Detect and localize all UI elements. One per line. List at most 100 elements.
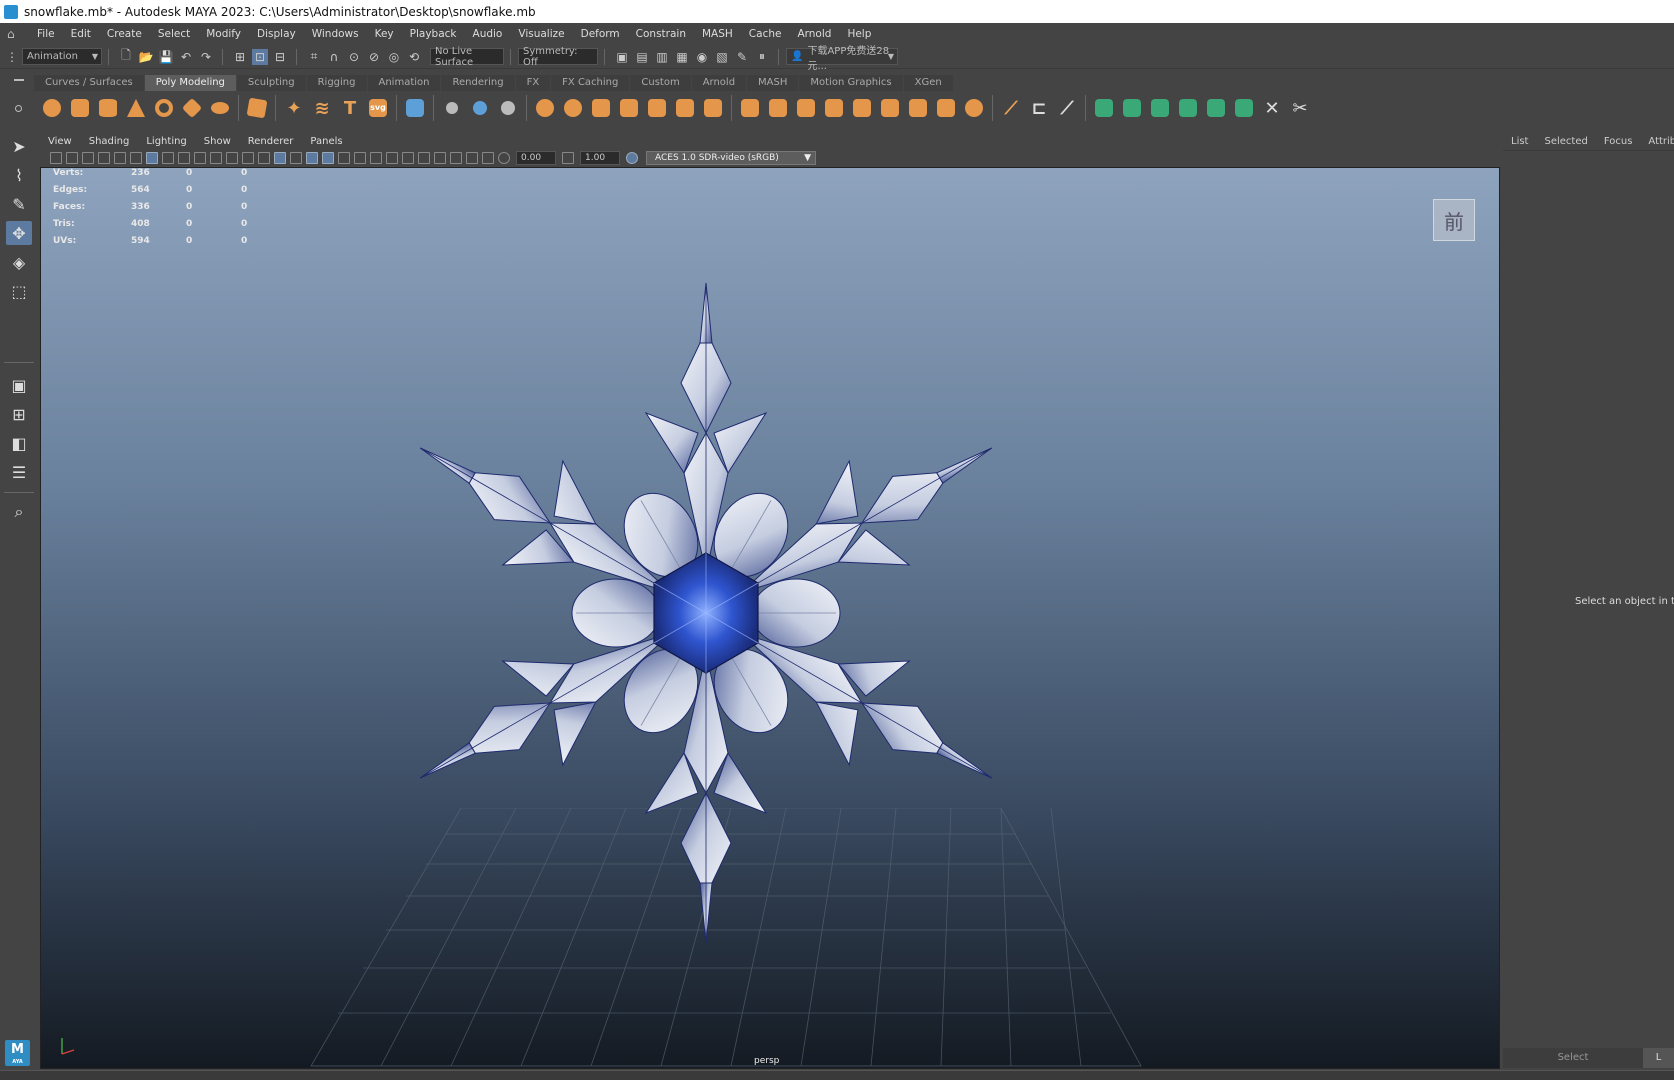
time-slider[interactable] <box>0 1070 1674 1080</box>
menu-playback[interactable]: Playback <box>410 28 457 40</box>
view-cube[interactable]: 前 <box>1433 199 1475 241</box>
color-management-icon[interactable] <box>626 152 638 164</box>
exposure-icon[interactable] <box>498 152 510 164</box>
shelf-tab-arnold[interactable]: Arnold <box>691 75 747 91</box>
move-tool-icon[interactable]: ✥ <box>6 221 32 245</box>
shelf-tab-xgen[interactable]: XGen <box>903 75 953 91</box>
select-button[interactable]: Select <box>1503 1048 1644 1068</box>
reset-transform-icon[interactable] <box>497 97 519 119</box>
open-scene-icon[interactable]: 📂 <box>138 49 154 65</box>
menu-help[interactable]: Help <box>847 28 871 40</box>
snowflake-mesh[interactable] <box>401 268 1041 948</box>
sculpt-icon[interactable]: ⟋ <box>1000 97 1022 119</box>
uv-cut-icon[interactable]: ✕ <box>1261 97 1283 119</box>
select-component-icon[interactable]: ⊟ <box>272 49 288 65</box>
select-hierarchy-icon[interactable]: ⊞ <box>232 49 248 65</box>
slide-edge-icon[interactable]: ⟋ <box>1056 97 1078 119</box>
arnold-ipr-icon[interactable]: ✎ <box>734 49 750 65</box>
poly-sphere-icon[interactable] <box>41 97 63 119</box>
uv-spherical-icon[interactable] <box>1149 97 1171 119</box>
rotate-tool-icon[interactable]: ◈ <box>6 250 32 274</box>
shelf-options-icon[interactable] <box>15 105 22 112</box>
uv-editor-icon[interactable] <box>404 97 426 119</box>
field-chart-icon[interactable] <box>210 152 222 164</box>
image-plane-icon[interactable] <box>98 152 110 164</box>
mirror-icon[interactable] <box>674 97 696 119</box>
redo-icon[interactable]: ↷ <box>198 49 214 65</box>
uv-planar-icon[interactable] <box>1093 97 1115 119</box>
reduce-icon[interactable] <box>646 97 668 119</box>
gamma-field[interactable]: 1.00 <box>580 151 620 165</box>
tab-focus[interactable]: Focus <box>1604 136 1633 147</box>
workspace-account-dropdown[interactable]: 👤 下载APP免费送28元... ▼ <box>786 46 898 72</box>
svg-tool-icon[interactable]: svg <box>367 97 389 119</box>
target-weld-icon[interactable] <box>879 97 901 119</box>
poly-torus-icon[interactable] <box>153 97 175 119</box>
xray-icon[interactable] <box>450 152 462 164</box>
four-view-icon[interactable]: ⊞ <box>6 402 32 426</box>
textured-icon[interactable] <box>322 152 334 164</box>
menu-modify[interactable]: Modify <box>206 28 241 40</box>
shelf-tab-sculpting[interactable]: Sculpting <box>236 75 306 91</box>
wireframe-on-shaded-icon[interactable] <box>306 152 318 164</box>
menu-windows[interactable]: Windows <box>312 28 359 40</box>
menu-create[interactable]: Create <box>107 28 142 40</box>
shadows-icon[interactable] <box>354 152 366 164</box>
symmetry-dropdown[interactable]: Symmetry: Off <box>518 46 598 68</box>
panel-menu-view[interactable]: View <box>48 136 72 147</box>
fill-hole-icon[interactable] <box>823 97 845 119</box>
poly-cylinder-icon[interactable] <box>97 97 119 119</box>
smooth-icon[interactable] <box>618 97 640 119</box>
grease-pencil-icon[interactable] <box>114 152 126 164</box>
two-view-icon[interactable]: ◧ <box>6 431 32 455</box>
new-scene-icon[interactable]: 🗋 <box>118 48 134 65</box>
depth-of-field-icon[interactable] <box>418 152 430 164</box>
isolate-select-icon[interactable] <box>434 152 446 164</box>
render-settings-icon[interactable]: ▦ <box>674 49 690 65</box>
bevel-icon[interactable] <box>767 97 789 119</box>
shelf-tab-motion-graphics[interactable]: Motion Graphics <box>799 75 903 91</box>
maya-logo[interactable]: M AYA <box>5 1040 30 1066</box>
menu-constrain[interactable]: Constrain <box>636 28 686 40</box>
render-frame-icon[interactable]: ▤ <box>634 49 650 65</box>
platonic-solid-icon[interactable] <box>246 97 268 119</box>
edge-loop-icon[interactable] <box>963 97 985 119</box>
wireframe-icon[interactable] <box>258 152 270 164</box>
shelf-tab-poly-modeling[interactable]: Poly Modeling <box>144 75 236 91</box>
shelf-tab-mash[interactable]: MASH <box>747 75 799 91</box>
bridge-icon[interactable] <box>702 97 724 119</box>
2d-pan-icon[interactable] <box>130 152 142 164</box>
save-scene-icon[interactable]: 💾 <box>158 49 174 65</box>
camera-attributes-icon[interactable] <box>66 152 78 164</box>
arnold-render-icon[interactable]: ▧ <box>714 49 730 65</box>
shelf-tab-fx-caching[interactable]: FX Caching <box>551 75 630 91</box>
panel-menu-lighting[interactable]: Lighting <box>146 136 186 147</box>
exposure-field[interactable]: 0.00 <box>516 151 556 165</box>
motion-blur-icon[interactable] <box>386 152 398 164</box>
load-attributes-button[interactable]: L <box>1644 1048 1674 1068</box>
screen-space-ao-icon[interactable] <box>370 152 382 164</box>
xray-components-icon[interactable] <box>482 152 494 164</box>
menu-audio[interactable]: Audio <box>473 28 503 40</box>
snap-together-icon[interactable]: ⟲ <box>406 49 422 65</box>
menu-file[interactable]: File <box>37 28 55 40</box>
uv-auto-icon[interactable] <box>1177 97 1199 119</box>
perspective-viewport[interactable]: Verts: 236 0 0 Edges: 564 0 0 Faces: 336… <box>40 167 1500 1069</box>
grid-toggle-icon[interactable] <box>146 152 158 164</box>
home-icon[interactable]: ⌂ <box>7 28 21 40</box>
shelf-tab-fx[interactable]: FX <box>515 75 551 91</box>
paint-select-icon[interactable]: ✎ <box>6 192 32 216</box>
film-gate-icon[interactable] <box>162 152 174 164</box>
view-transform-dropdown[interactable]: ACES 1.0 SDR-video (sRGB) ▼ <box>646 151 816 165</box>
freeze-transform-icon[interactable] <box>469 97 491 119</box>
poly-disc-icon[interactable] <box>209 97 231 119</box>
snap-point-icon[interactable]: ⊙ <box>346 49 362 65</box>
combine-icon[interactable] <box>534 97 556 119</box>
append-icon[interactable] <box>795 97 817 119</box>
collapse-handle-icon[interactable]: ⋮ <box>4 49 20 65</box>
menu-cache[interactable]: Cache <box>749 28 782 40</box>
select-object-icon[interactable]: ⊡ <box>252 48 268 65</box>
safe-title-icon[interactable] <box>242 152 254 164</box>
panel-menu-renderer[interactable]: Renderer <box>248 136 294 147</box>
lasso-tool-icon[interactable]: ⌇ <box>6 163 32 187</box>
